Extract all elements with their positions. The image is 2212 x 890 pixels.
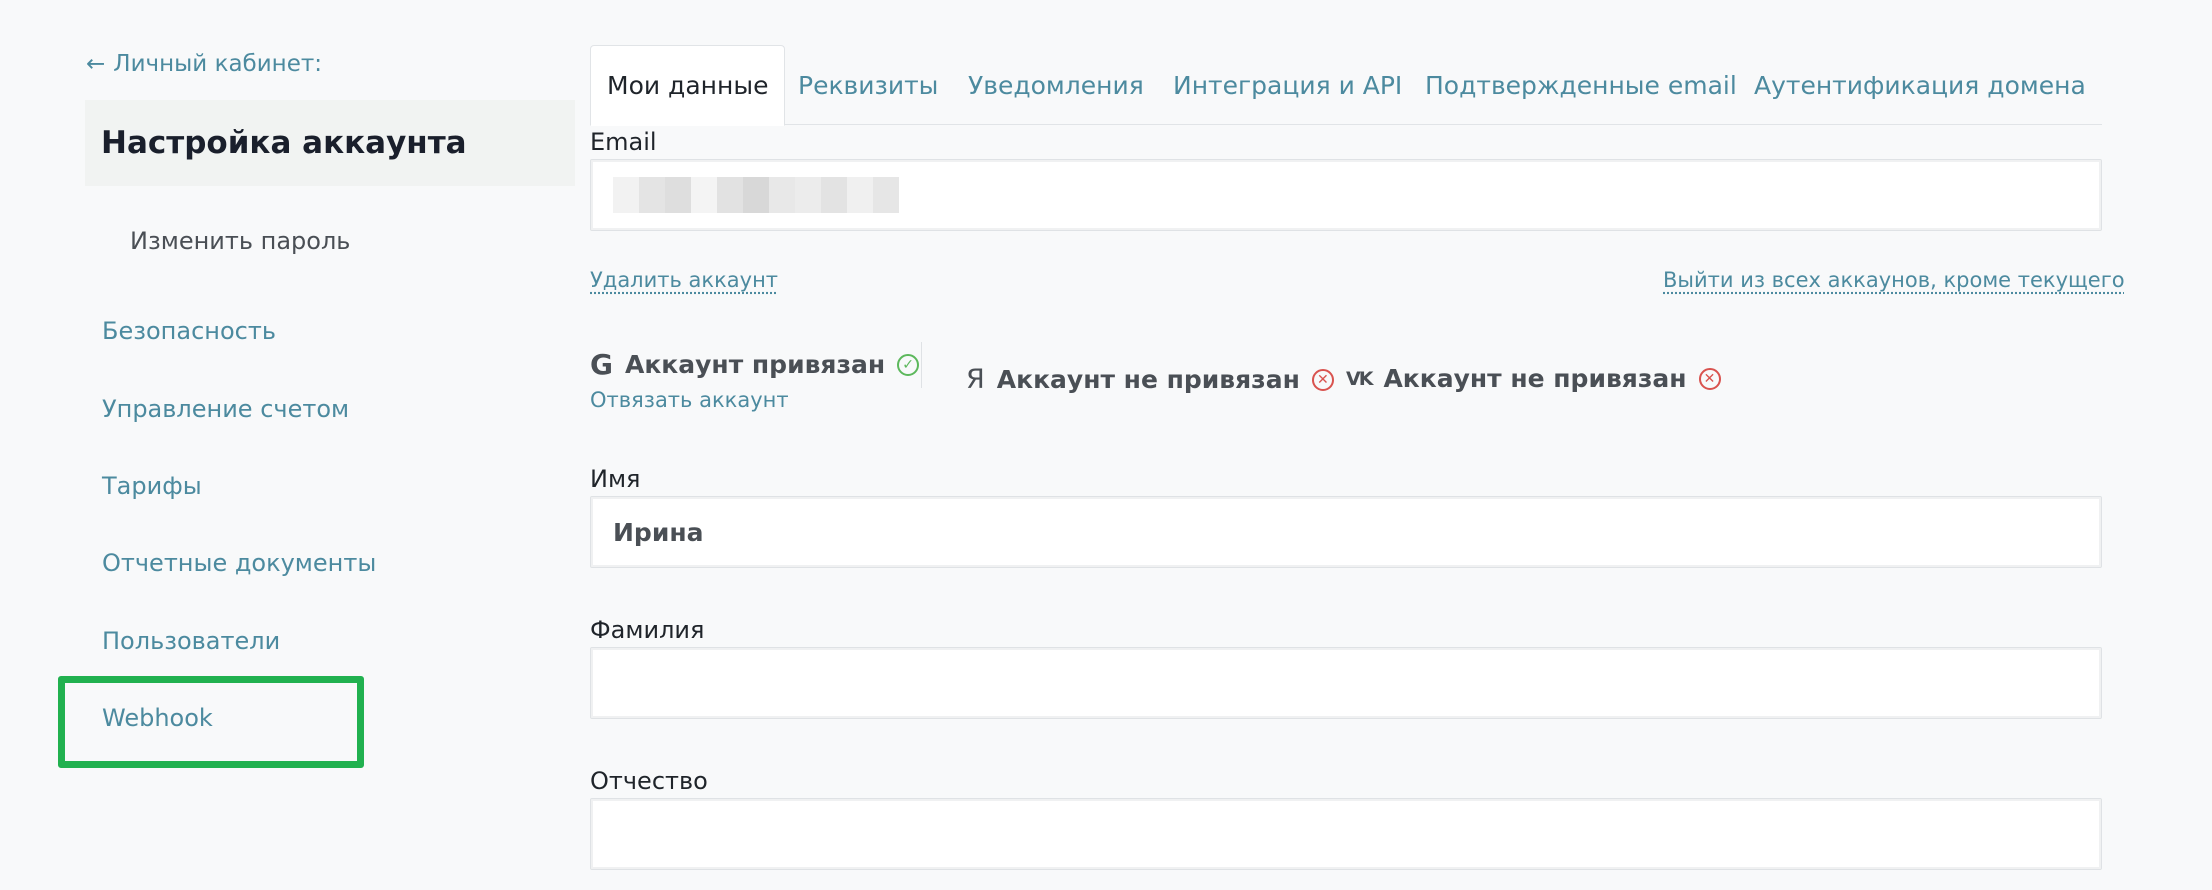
email-label: Email bbox=[590, 128, 657, 156]
sidebar-item-change-password[interactable]: Изменить пароль bbox=[130, 224, 350, 258]
sidebar-item-reports[interactable]: Отчетные документы bbox=[102, 546, 376, 580]
highlight-frame bbox=[58, 676, 364, 768]
yandex-account-status[interactable]: Я Аккаунт не привязан ✕ bbox=[966, 364, 1334, 395]
sidebar-title-box: Настройка аккаунта bbox=[85, 100, 575, 186]
tab-bar: Мои данные Реквизиты Уведомления Интегра… bbox=[590, 45, 2102, 126]
tab-requisites[interactable]: Реквизиты bbox=[798, 45, 938, 125]
check-circle-icon: ✓ bbox=[897, 353, 920, 376]
tab-integration-api[interactable]: Интеграция и API bbox=[1173, 45, 1402, 125]
vk-account-status[interactable]: VK Аккаунт не привязан ✕ bbox=[1346, 364, 1721, 393]
google-icon: G bbox=[590, 348, 613, 381]
x-circle-icon: ✕ bbox=[1698, 367, 1721, 390]
last-name-label: Фамилия bbox=[590, 616, 705, 644]
sidebar-item-security[interactable]: Безопасность bbox=[102, 314, 276, 348]
google-account-status: G Аккаунт привязан ✓ bbox=[590, 348, 920, 381]
google-status-text: Аккаунт привязан bbox=[624, 350, 886, 379]
last-name-field[interactable] bbox=[590, 647, 2102, 719]
first-name-field[interactable]: Ирина bbox=[590, 496, 2102, 568]
sidebar-item-billing[interactable]: Управление счетом bbox=[102, 392, 349, 426]
email-field[interactable] bbox=[590, 159, 2102, 231]
account-settings-page: ← Личный кабинет: Настройка аккаунта Изм… bbox=[0, 0, 2212, 890]
tab-my-data[interactable]: Мои данные bbox=[590, 45, 786, 126]
tab-notifications[interactable]: Уведомления bbox=[968, 45, 1144, 125]
social-divider bbox=[921, 342, 922, 388]
middle-name-label: Отчество bbox=[590, 767, 708, 795]
yandex-icon: Я bbox=[966, 364, 985, 395]
tab-domain-auth[interactable]: Аутентификация домена bbox=[1754, 45, 2086, 125]
x-circle-icon: ✕ bbox=[1311, 368, 1334, 391]
logout-others-link[interactable]: Выйти из всех аккаунов, кроме текущего bbox=[1663, 268, 2125, 292]
first-name-label: Имя bbox=[590, 465, 641, 493]
vk-icon: VK bbox=[1346, 367, 1373, 390]
back-to-cabinet-link[interactable]: ← Личный кабинет: bbox=[86, 48, 322, 80]
first-name-value: Ирина bbox=[613, 517, 704, 547]
unlink-google-link[interactable]: Отвязать аккаунт bbox=[590, 388, 789, 412]
delete-account-link[interactable]: Удалить аккаунт bbox=[590, 268, 778, 292]
sidebar-item-tariffs[interactable]: Тарифы bbox=[102, 469, 202, 503]
vk-status-text: Аккаунт не привязан bbox=[1383, 364, 1687, 393]
arrow-left-icon: ← bbox=[86, 51, 106, 77]
page-title: Настройка аккаунта bbox=[101, 125, 467, 161]
sidebar-item-users[interactable]: Пользователи bbox=[102, 624, 280, 658]
tab-confirmed-emails[interactable]: Подтвержденные email bbox=[1425, 45, 1737, 125]
yandex-status-text: Аккаунт не привязан bbox=[996, 365, 1300, 394]
email-value-blurred bbox=[613, 177, 899, 213]
back-link-label: Личный кабинет: bbox=[113, 51, 323, 77]
middle-name-field[interactable] bbox=[590, 798, 2102, 870]
